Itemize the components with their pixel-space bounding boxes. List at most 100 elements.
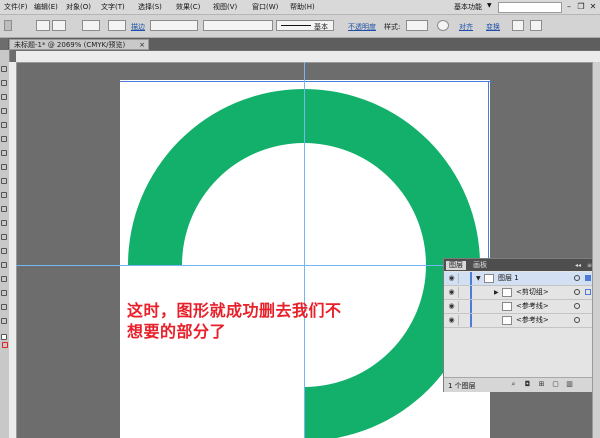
make-clipping-mask-icon[interactable]: ◘ (524, 381, 531, 388)
visibility-eye-icon[interactable]: ◉ (447, 302, 456, 311)
target-circle-icon[interactable] (574, 275, 580, 281)
selection-indicator[interactable] (585, 275, 591, 281)
search-input[interactable] (498, 2, 562, 13)
trash-icon[interactable]: ▥ (566, 381, 573, 388)
hand-tool-icon[interactable] (1, 304, 7, 310)
visibility-eye-icon[interactable]: ◉ (447, 274, 456, 283)
layer-color-bar (470, 286, 472, 299)
menu-help[interactable]: 帮助(H) (290, 2, 315, 12)
opacity-link[interactable]: 不透明度 (348, 22, 376, 32)
lock-toggle[interactable] (458, 273, 468, 284)
layer-name[interactable]: <参考线> (516, 302, 549, 311)
variable-width-field[interactable] (203, 20, 273, 31)
selection-mode-icon[interactable] (36, 20, 50, 31)
new-sublayer-icon[interactable]: ⊞ (538, 381, 545, 388)
restore-button[interactable]: ❐ (576, 1, 586, 12)
vertical-guide[interactable] (304, 62, 305, 438)
panel-collapse-icon[interactable]: ◂◂ (572, 261, 584, 270)
close-button[interactable]: ✕ (588, 1, 598, 12)
shape-builder-tool-icon[interactable] (1, 262, 7, 268)
free-transform-tool-icon[interactable] (1, 248, 7, 254)
isolate-icon[interactable] (52, 20, 66, 31)
horizontal-guide[interactable] (16, 265, 446, 266)
vertical-scrollbar[interactable] (592, 62, 600, 438)
visibility-eye-icon[interactable]: ◉ (447, 316, 456, 325)
rotate-tool-icon[interactable] (1, 206, 7, 212)
pen-tool-icon[interactable] (1, 108, 7, 114)
magic-wand-tool-icon[interactable] (1, 94, 7, 100)
line-tool-icon[interactable] (1, 136, 7, 142)
stroke-link[interactable]: 描边 (131, 22, 145, 32)
layer-thumbnail (484, 274, 494, 283)
workspace-switcher[interactable]: 基本功能 (454, 2, 482, 12)
control-bar: 描边 基本 不透明度 样式: 对齐 变换 (0, 15, 600, 38)
menu-edit[interactable]: 编辑(E) (34, 2, 58, 12)
target-circle-icon[interactable] (574, 317, 580, 323)
tab-close-icon[interactable]: × (139, 40, 145, 50)
chevron-down-icon[interactable]: ▼ (487, 2, 492, 9)
expand-triangle-icon[interactable]: ▶ (494, 288, 499, 297)
stroke-swatch[interactable] (108, 20, 126, 31)
menu-window[interactable]: 窗口(W) (252, 2, 278, 12)
layers-panel-tabs: 图层 画板 ◂◂ ≡ (444, 259, 594, 271)
layer-row[interactable]: ◉ <参考线> (444, 314, 594, 328)
eyedropper-tool-icon[interactable] (1, 290, 7, 296)
align-link[interactable]: 对齐 (459, 22, 473, 32)
menu-select[interactable]: 选择(S) (138, 2, 162, 12)
gradient-tool-icon[interactable] (1, 276, 7, 282)
direct-selection-tool-icon[interactable] (1, 80, 7, 86)
minimize-button[interactable]: – (564, 1, 574, 12)
tab-artboards[interactable]: 画板 (470, 261, 490, 270)
menu-file[interactable]: 文件(F) (4, 2, 28, 12)
layer-name[interactable]: 图层 1 (498, 274, 519, 283)
target-circle-icon[interactable] (574, 303, 580, 309)
fill-swatch[interactable] (82, 20, 100, 31)
menu-object[interactable]: 对象(O) (66, 2, 91, 12)
annotation-line-1: 这时，图形就成功删去我们不 (127, 301, 342, 320)
expand-triangle-icon[interactable]: ▼ (476, 274, 481, 283)
lock-toggle[interactable] (458, 287, 468, 298)
options-icon[interactable] (530, 20, 542, 31)
type-tool-icon[interactable] (1, 122, 7, 128)
horizontal-ruler[interactable] (16, 51, 600, 63)
recolor-icon[interactable] (437, 20, 449, 31)
transform-link[interactable]: 变换 (486, 22, 500, 32)
locate-object-icon[interactable]: ⌕ (510, 381, 517, 388)
target-circle-icon[interactable] (574, 289, 580, 295)
eraser-tool-icon[interactable] (1, 192, 7, 198)
graphic-style-field[interactable] (406, 20, 428, 31)
stroke-weight-field[interactable] (150, 20, 198, 31)
tab-layers[interactable]: 图层 (446, 261, 466, 270)
layer-row[interactable]: ◉ ▼ 图层 1 (444, 272, 594, 286)
pencil-tool-icon[interactable] (1, 178, 7, 184)
layer-row[interactable]: ◉ ▶ <剪切组> (444, 286, 594, 300)
selection-tool-icon[interactable] (1, 66, 7, 72)
visibility-eye-icon[interactable]: ◉ (447, 288, 456, 297)
style-label: 样式: (384, 23, 401, 31)
lock-toggle[interactable] (458, 315, 468, 326)
panel-grip-icon[interactable] (4, 20, 12, 31)
menu-view[interactable]: 视图(V) (213, 2, 237, 12)
artboard[interactable] (120, 80, 490, 438)
layer-row[interactable]: ◉ <参考线> (444, 300, 594, 314)
menu-effect[interactable]: 效果(C) (176, 2, 200, 12)
fill-color-icon[interactable] (1, 334, 7, 340)
selection-indicator[interactable] (585, 289, 591, 295)
warp-tool-icon[interactable] (1, 234, 7, 240)
layer-name[interactable]: <剪切组> (516, 288, 549, 297)
stroke-color-icon[interactable] (2, 342, 8, 348)
vertical-ruler[interactable] (9, 62, 17, 438)
new-layer-icon[interactable]: ▢ (552, 381, 559, 388)
layers-panel: 图层 画板 ◂◂ ≡ ◉ ▼ 图层 1 ◉ ▶ <剪切组> ◉ <参考线> ◉ (443, 258, 595, 392)
brush-tool-icon[interactable] (1, 164, 7, 170)
transform-icon[interactable] (512, 20, 524, 31)
zoom-tool-icon[interactable] (1, 318, 7, 324)
layer-color-bar (470, 272, 472, 285)
lock-toggle[interactable] (458, 301, 468, 312)
document-tab[interactable]: 未标题-1* @ 2069% (CMYK/预览) × (9, 39, 149, 50)
scale-tool-icon[interactable] (1, 220, 7, 226)
layers-panel-footer: 1 个图层 ⌕ ◘ ⊞ ▢ ▥ (444, 377, 594, 392)
layer-name[interactable]: <参考线> (516, 316, 549, 325)
menu-type[interactable]: 文字(T) (101, 2, 125, 12)
rectangle-tool-icon[interactable] (1, 150, 7, 156)
